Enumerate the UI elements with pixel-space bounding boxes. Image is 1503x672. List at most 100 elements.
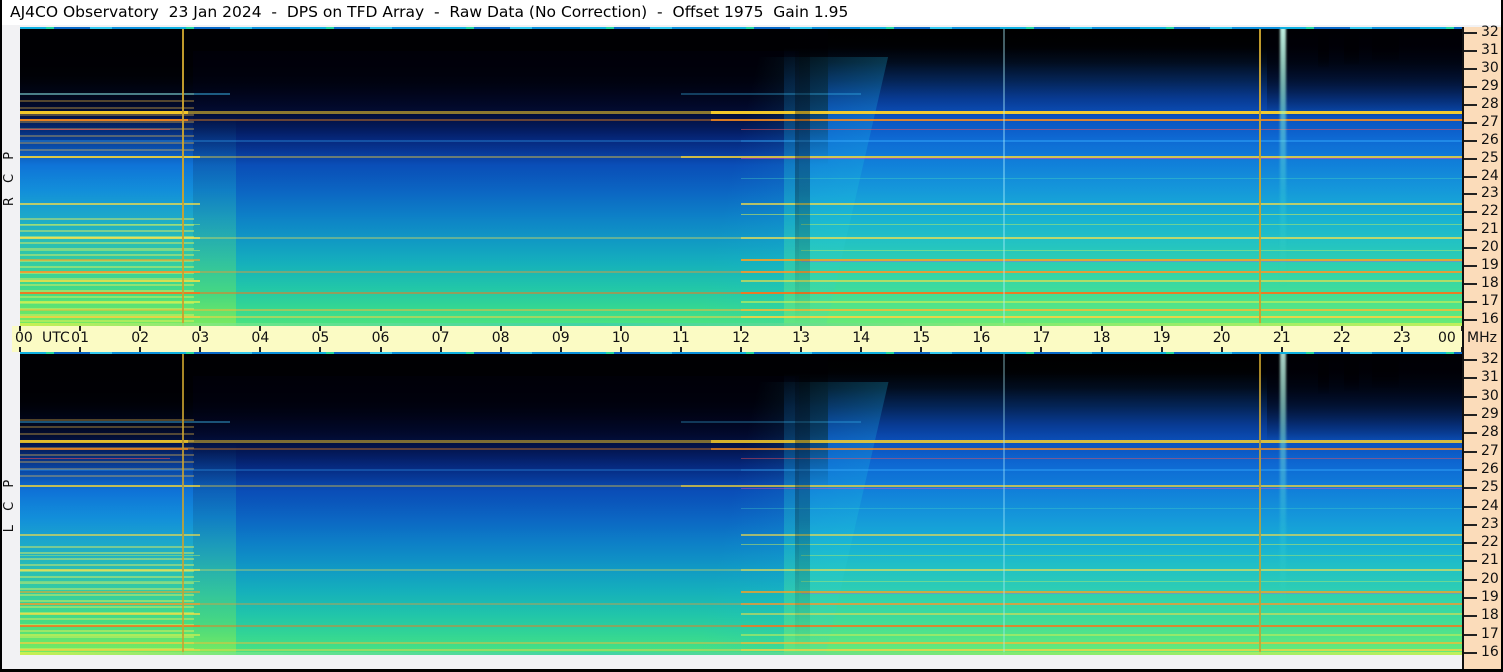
rfi-line [20,301,201,304]
freq-label: 20 [1481,570,1499,587]
rfi-line [710,118,1462,121]
rfi-line [801,581,1462,583]
hour-label: 14 [852,330,871,346]
freq-label: 22 [1481,203,1499,220]
freq-tick [1464,523,1477,526]
rfi-line [20,641,741,644]
freq-tick [1464,487,1477,490]
dark-dropout-column [1344,352,1359,392]
freq-label: 18 [1481,275,1499,292]
hour-label: 11 [671,330,690,346]
rfi-line [20,92,231,95]
dark-dropout-column [1344,27,1359,66]
top-edge-stripe [20,352,1462,354]
rfi-line [741,507,1462,509]
freq-label: 16 [1481,311,1499,328]
freq-tick [1464,560,1477,563]
rfi-line [200,649,741,652]
hour-label: 07 [431,330,450,346]
rfi-line [188,111,711,115]
rfi-line [200,603,741,606]
freq-label: 29 [1481,78,1499,95]
hour-label: 00 [15,330,33,346]
lcp-spectrogram-panel [20,352,1462,655]
title-bar: AJ4CO Observatory 23 Jan 2024 - DPS on T… [2,0,1501,25]
dark-dropout-column [1371,352,1399,389]
freq-tick [1464,450,1477,453]
rfi-line [710,447,1462,450]
hour-label: 02 [131,330,150,346]
rfi-line [188,439,711,443]
rfi-line [200,292,741,295]
hour-label: 00 [1438,330,1456,346]
hour-label: 17 [1032,330,1051,346]
freq-label: 19 [1481,257,1499,274]
freq-tick [1464,265,1477,268]
freq-tick [1464,395,1477,398]
hour-label: 04 [251,330,270,346]
bottom-margin [2,655,1462,669]
freq-tick [1464,468,1477,471]
hour-label: 15 [912,330,931,346]
dark-dropout-column [795,27,811,326]
frame-border-left [0,0,2,672]
freq-tick [1464,247,1477,250]
rfi-line [801,555,1462,557]
top-edge-stripe [20,27,1462,29]
freq-label: 21 [1481,221,1499,238]
freq-tick [1464,121,1477,124]
rfi-line [741,237,1462,240]
dark-dropout-column [795,352,811,655]
freq-tick [1464,32,1477,34]
rfi-line [741,129,1462,131]
freq-tick [1464,505,1477,508]
rfi-line [20,568,201,571]
freq-tick [1464,432,1477,435]
hour-label: 05 [311,330,330,346]
dark-dropout-column [1317,27,1329,69]
rfi-line [680,92,862,95]
rfi-line [20,649,201,652]
freq-label: 24 [1481,167,1499,184]
time-axis: 00 01 02 03 04 05 06 07 08 09 10 11 12 13 14 15 16 17 18 19… [12,326,1463,352]
freq-label: 19 [1481,589,1499,606]
rfi-line [741,158,1462,160]
rfi-line [20,581,201,583]
rfi-line [20,271,201,274]
rfi-line [20,485,201,488]
rfi-line [741,544,1462,546]
freq-label: 26 [1481,131,1499,148]
freq-label: 16 [1481,644,1499,661]
rfi-line [741,292,1462,295]
freq-label: 23 [1481,185,1499,202]
rcp-side-label: R C P [1,27,19,326]
freq-label: 25 [1481,479,1499,496]
page-title: AJ4CO Observatory 23 Jan 2024 - DPS on T… [10,3,849,21]
rfi-line [741,612,1462,615]
rfi-line [710,439,1462,443]
freq-label: 18 [1481,607,1499,624]
rfi-line [200,624,741,627]
rfi-line [200,568,741,571]
freq-tick [1464,359,1477,361]
rfi-line [20,258,201,261]
hour-label: 10 [611,330,630,346]
freq-tick [1464,283,1477,286]
hour-label: 13 [792,330,810,346]
freq-label: 29 [1481,406,1499,423]
hour-label: 21 [1272,330,1291,346]
rfi-line [20,421,231,424]
rfi-line [20,533,201,536]
rfi-line [20,249,201,251]
rfi-line [801,261,1462,263]
freq-label: 30 [1481,387,1499,404]
freq-label: 25 [1481,149,1499,166]
freq-label: 17 [1481,293,1499,310]
freq-tick [1464,615,1477,618]
freq-tick [1464,67,1477,70]
rfi-line [741,301,1462,304]
freq-tick [1464,413,1477,416]
freq-label: 23 [1481,516,1499,533]
rfi-line [801,592,1462,594]
rfi-line [741,177,1462,179]
